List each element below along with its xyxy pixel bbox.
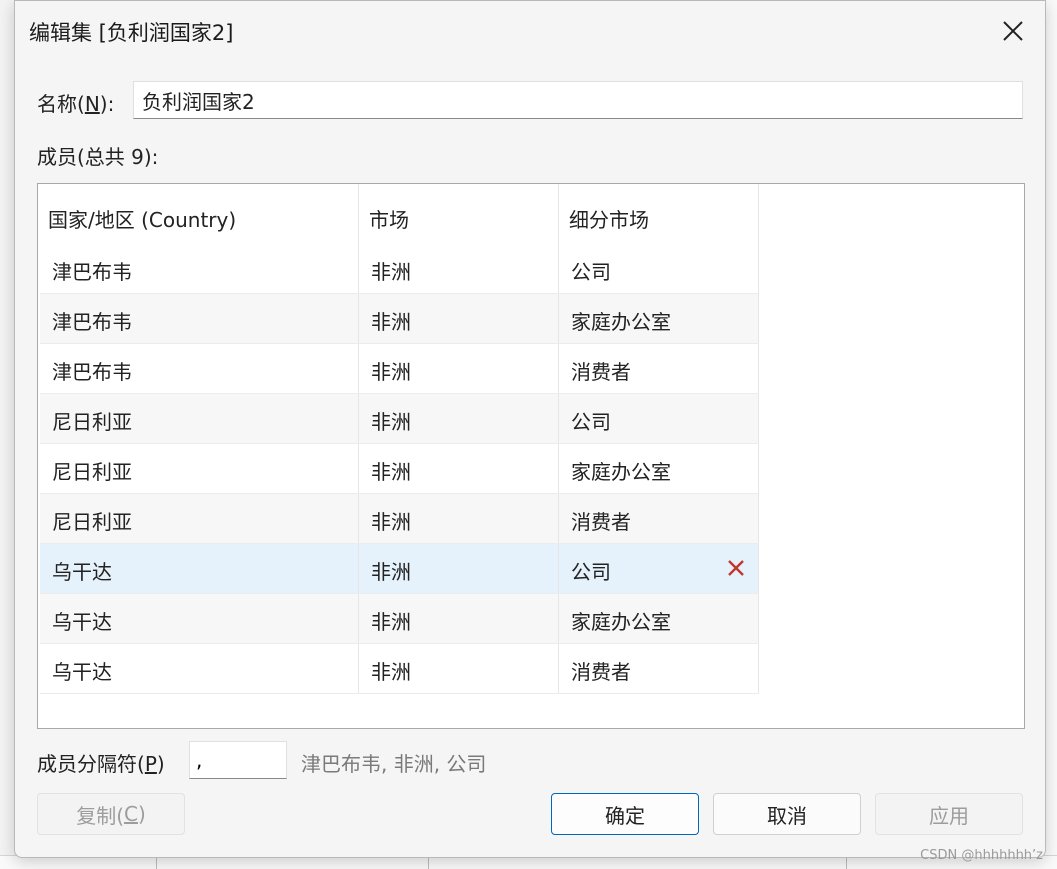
cell-text: 非洲: [371, 360, 411, 384]
table-cell: 乌干达: [40, 644, 359, 693]
cell-text: 家庭办公室: [571, 310, 671, 334]
name-input[interactable]: [133, 81, 1023, 119]
table-cell: 津巴布韦: [40, 344, 359, 393]
cell-text: 家庭办公室: [571, 460, 671, 484]
cell-text: 消费者: [571, 360, 631, 384]
cell-text: 非洲: [371, 410, 411, 434]
cell-text: 消费者: [571, 660, 631, 684]
table-cell: 非洲: [359, 344, 559, 393]
cell-text: 乌干达: [52, 610, 112, 634]
column-header[interactable]: 细分市场: [559, 184, 759, 244]
edit-set-dialog: 编辑集 [负利润国家2] 名称(N): 成员(总共 9): 国家/地区 (Cou…: [14, 0, 1046, 858]
cell-text: 乌干达: [52, 560, 112, 584]
cell-text: 非洲: [371, 610, 411, 634]
table-cell: 消费者: [559, 344, 759, 393]
members-count-label: 成员(总共 9):: [37, 145, 159, 169]
cell-text: 津巴布韦: [52, 310, 132, 334]
cancel-button[interactable]: 取消: [713, 793, 861, 835]
remove-member-icon[interactable]: [726, 558, 746, 578]
cell-text: 非洲: [371, 660, 411, 684]
separator-row: 成员分隔符(P) 津巴布韦, 非洲, 公司: [37, 741, 1023, 779]
cell-text: 非洲: [371, 310, 411, 334]
cell-text: 非洲: [371, 560, 411, 584]
table-row[interactable]: 津巴布韦 非洲 消费者: [40, 344, 759, 394]
table-row[interactable]: 尼日利亚 非洲 公司: [40, 394, 759, 444]
table-row[interactable]: 尼日利亚 非洲 消费者: [40, 494, 759, 544]
table-row[interactable]: 尼日利亚 非洲 家庭办公室: [40, 444, 759, 494]
table-cell: 非洲: [359, 644, 559, 693]
column-header[interactable]: 国家/地区 (Country): [38, 184, 359, 244]
table-cell: 尼日利亚: [40, 444, 359, 493]
cell-text: 乌干达: [52, 660, 112, 684]
cell-text: 公司: [571, 410, 611, 434]
table-cell: 非洲: [359, 544, 559, 593]
table-header: 国家/地区 (Country) 市场 细分市场: [38, 184, 759, 244]
table-cell: 尼日利亚: [40, 394, 359, 443]
cell-text: 非洲: [371, 510, 411, 534]
column-header[interactable]: 市场: [359, 184, 559, 244]
copy-button[interactable]: 复制(C): [37, 793, 185, 835]
cell-text: 尼日利亚: [52, 410, 132, 434]
table-row[interactable]: 津巴布韦 非洲 公司: [40, 244, 759, 294]
table-cell: 乌干达: [40, 594, 359, 643]
cell-text: 津巴布韦: [52, 360, 132, 384]
cell-text: 非洲: [371, 260, 411, 284]
watermark: CSDN @hhhhhhh’z: [920, 848, 1043, 863]
table-cell: 乌干达: [40, 544, 359, 593]
table-cell: 非洲: [359, 444, 559, 493]
table-cell: 非洲: [359, 294, 559, 343]
cell-text: 家庭办公室: [571, 610, 671, 634]
separator-label: 成员分隔符(P): [37, 752, 165, 776]
table-cell: 非洲: [359, 494, 559, 543]
table-cell: 津巴布韦: [40, 244, 359, 293]
cell-text: 公司: [571, 260, 611, 284]
table-cell: 公司: [559, 544, 759, 593]
cell-text: 尼日利亚: [52, 460, 132, 484]
table-cell: 非洲: [359, 394, 559, 443]
table-cell: 公司: [559, 244, 759, 293]
table-cell: 家庭办公室: [559, 444, 759, 493]
name-row: 名称(N):: [37, 81, 1023, 119]
table-cell: 非洲: [359, 594, 559, 643]
members-table: 国家/地区 (Country) 市场 细分市场 津巴布韦 非洲 公司 津巴布韦 非洲 家庭办公…: [37, 183, 1025, 729]
table-cell: 家庭办公室: [559, 294, 759, 343]
close-icon: [1003, 21, 1023, 41]
table-cell: 家庭办公室: [559, 594, 759, 643]
cell-text: 非洲: [371, 460, 411, 484]
name-label: 名称(N):: [37, 92, 115, 116]
table-cell: 尼日利亚: [40, 494, 359, 543]
table-row[interactable]: 乌干达 非洲 家庭办公室: [40, 594, 759, 644]
separator-preview: 津巴布韦, 非洲, 公司: [301, 752, 487, 776]
cell-text: 公司: [571, 560, 611, 584]
close-button[interactable]: [997, 15, 1029, 47]
cell-text: 消费者: [571, 510, 631, 534]
cell-text: 尼日利亚: [52, 510, 132, 534]
ok-button[interactable]: 确定: [551, 793, 699, 835]
dialog-titlebar: 编辑集 [负利润国家2]: [15, 1, 1045, 61]
dialog-title: 编辑集 [负利润国家2]: [29, 21, 234, 45]
table-cell: 津巴布韦: [40, 294, 359, 343]
table-cell: 消费者: [559, 494, 759, 543]
cell-text: 津巴布韦: [52, 260, 132, 284]
table-cell: 公司: [559, 394, 759, 443]
table-cell: 消费者: [559, 644, 759, 693]
table-row[interactable]: 津巴布韦 非洲 家庭办公室: [40, 294, 759, 344]
table-body: 津巴布韦 非洲 公司 津巴布韦 非洲 家庭办公室 津巴布韦 非洲 消费者 尼日利亚 非洲 公司 尼日利亚…: [40, 244, 759, 694]
apply-button[interactable]: 应用: [875, 793, 1023, 835]
table-cell: 非洲: [359, 244, 559, 293]
table-row[interactable]: 乌干达 非洲 消费者: [40, 644, 759, 694]
table-row[interactable]: 乌干达 非洲 公司: [40, 544, 759, 594]
separator-input[interactable]: [189, 741, 287, 779]
